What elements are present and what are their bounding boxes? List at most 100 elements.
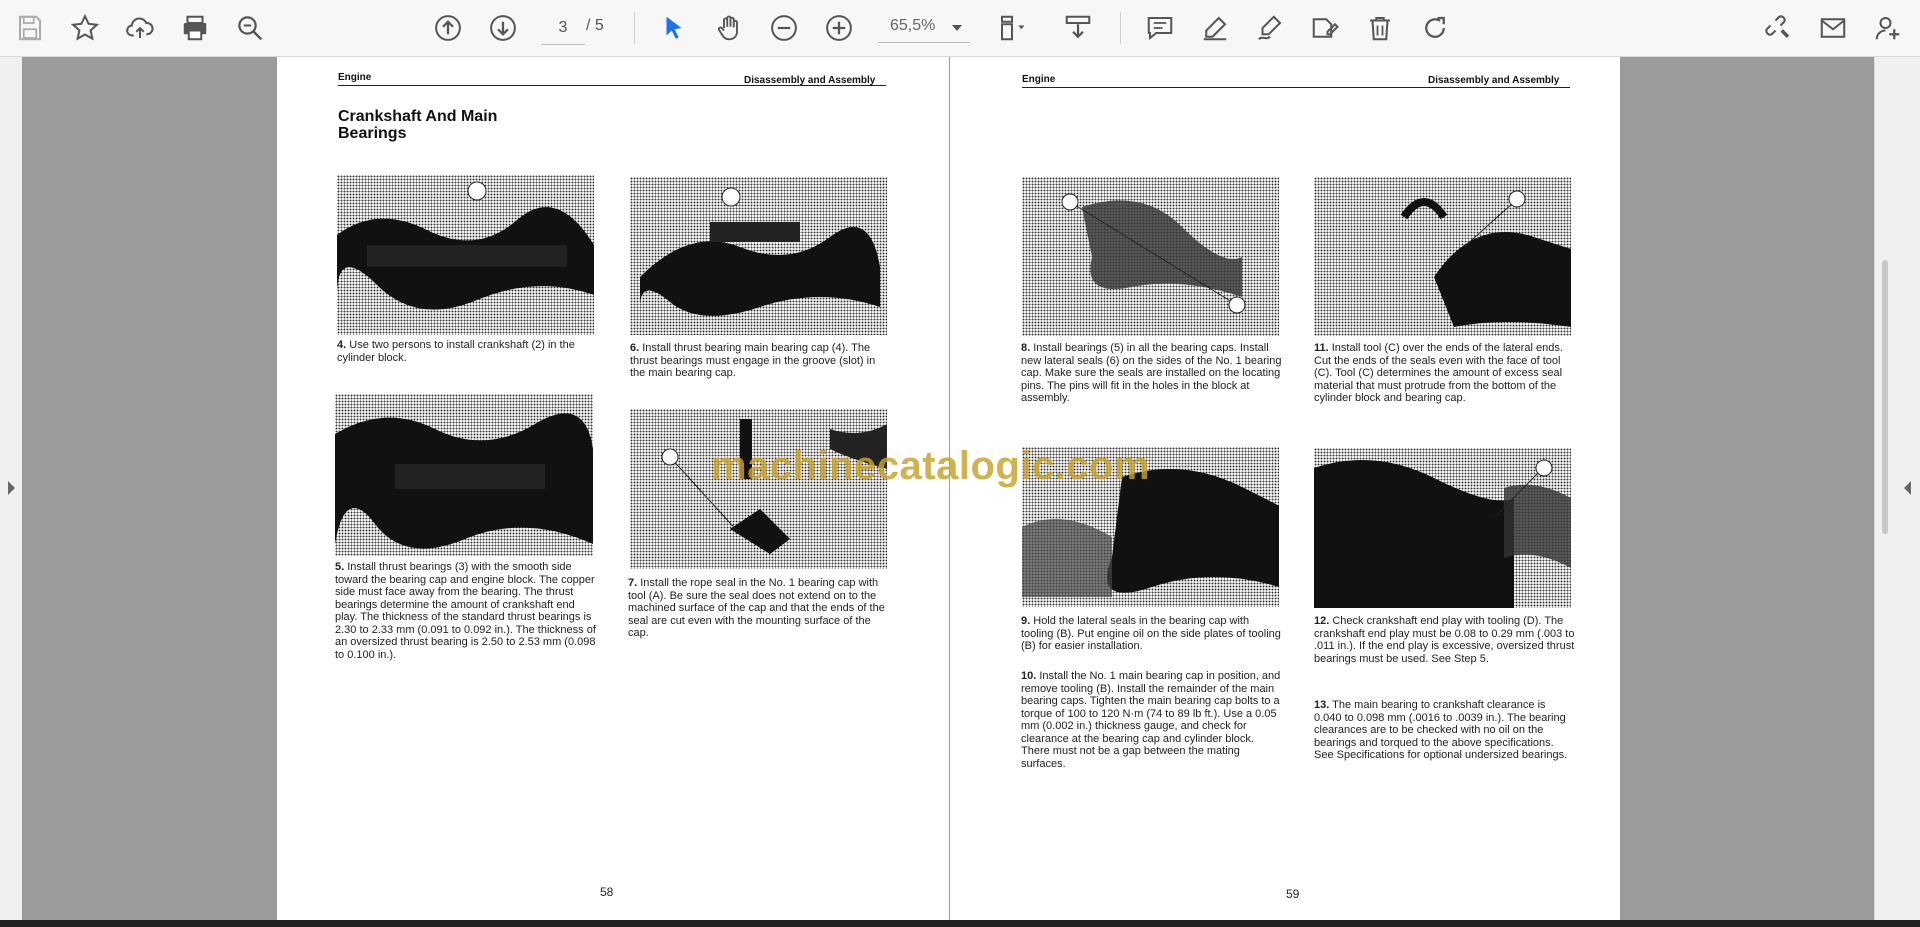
scroll-mode-button[interactable] (1058, 8, 1098, 48)
figure-11-photo (1314, 177, 1571, 336)
arrow-up-circle-icon (435, 15, 461, 41)
arrow-down-circle-icon (490, 15, 516, 41)
step-number: 11. (1314, 342, 1329, 354)
step-number: 12. (1314, 615, 1330, 627)
comment-icon (1147, 17, 1173, 41)
save-icon (19, 15, 41, 41)
cloud-upload-icon (126, 17, 154, 38)
cursor-arrow-icon (666, 16, 682, 39)
caption-step-4: 4. Use two persons to install crankshaft… (337, 339, 599, 364)
step-text: Install bearings (5) in all the bearing … (1021, 342, 1282, 404)
left-panel-arrow-icon[interactable] (8, 481, 15, 495)
step-text: Install the No. 1 main bearing cap in po… (1021, 670, 1281, 770)
section-title: Crankshaft And Main Bearings (338, 108, 497, 142)
select-tool-button[interactable] (654, 8, 694, 48)
scrollbar-thumb[interactable] (1882, 260, 1888, 534)
bottom-edge (0, 920, 1920, 927)
print-button[interactable] (175, 8, 215, 48)
email-button[interactable] (1813, 8, 1853, 48)
minus-circle-icon (771, 15, 797, 41)
step-text: Install thrust bearing main bearing cap … (630, 342, 876, 379)
step-number: 10. (1021, 670, 1037, 682)
figure-4-photo (337, 175, 594, 335)
section-title-line-2: Bearings (338, 125, 407, 142)
trash-icon (1370, 17, 1390, 41)
edit-share-button[interactable] (1758, 8, 1798, 48)
page-number: 59 (1286, 887, 1300, 901)
step-text: The main bearing to crankshaft clearance… (1314, 699, 1568, 761)
figure-7-photo (630, 409, 887, 569)
add-user-button[interactable] (1868, 8, 1908, 48)
pen-icon (1203, 16, 1227, 41)
caption-step-10: 10. Install the No. 1 main bearing cap i… (1021, 670, 1283, 770)
figure-8-photo (1022, 177, 1279, 336)
caption-step-11: 11. Install tool (C) over the ends of th… (1314, 342, 1576, 405)
freehand-pen-icon (1258, 15, 1282, 41)
step-text: Install the rope seal in the No. 1 beari… (628, 577, 885, 639)
zoom-value: 65,5% (890, 17, 936, 34)
page-header-left: Engine (1022, 74, 1056, 85)
figure-6-photo (630, 177, 887, 335)
caption-step-5: 5. Install thrust bearings (3) with the … (335, 561, 597, 661)
step-text: Hold the lateral seals in the bearing ca… (1021, 615, 1281, 652)
section-title-line-1: Crankshaft And Main (338, 108, 498, 125)
toolbar-divider (1120, 12, 1121, 44)
previous-page-button[interactable] (428, 8, 468, 48)
toolbar-divider (634, 12, 635, 44)
page-header-right: Disassembly and Assembly (744, 75, 876, 86)
right-panel-arrow-icon[interactable] (1904, 481, 1911, 495)
stamp-button[interactable] (1305, 8, 1345, 48)
caption-step-7: 7. Install the rope seal in the No. 1 be… (628, 577, 890, 640)
comment-button[interactable] (1140, 8, 1180, 48)
step-text: Use two persons to install crankshaft (2… (337, 339, 575, 364)
step-number: 13. (1314, 699, 1330, 711)
scroll-mode-icon (1065, 15, 1091, 39)
caption-step-6: 6. Install thrust bearing main bearing c… (630, 342, 892, 380)
hand-icon (717, 15, 738, 41)
caption-step-13: 13. The main bearing to crankshaft clear… (1314, 699, 1576, 762)
page-layout-icon (1001, 15, 1025, 41)
page-layout-button[interactable] (992, 8, 1032, 48)
star-icon (70, 13, 100, 41)
zoom-in-button[interactable] (819, 8, 859, 48)
figure-5-photo (335, 394, 593, 556)
watermark-text: machinecatalogic.com (711, 444, 1151, 488)
stamp-icon (1312, 18, 1339, 38)
next-page-button[interactable] (483, 8, 523, 48)
step-number: 7. (628, 577, 638, 589)
envelope-icon (1820, 18, 1846, 38)
figure-12-photo (1314, 448, 1571, 608)
caption-step-9: 9. Hold the lateral seals in the bearing… (1021, 615, 1283, 653)
redo-icon (1425, 16, 1445, 38)
header-rule (1022, 87, 1570, 88)
caption-step-12: 12. Check crankshaft end play with tooli… (1314, 615, 1576, 665)
bookmark-button[interactable] (65, 8, 105, 48)
page-number-input[interactable] (541, 12, 585, 45)
step-number: 5. (335, 561, 345, 573)
upload-button[interactable] (120, 8, 160, 48)
hand-tool-button[interactable] (709, 8, 749, 48)
zoom-select[interactable]: 65,5% (878, 12, 970, 43)
page-number: 58 (600, 885, 614, 899)
step-text: Check crankshaft end play with tooling (… (1314, 615, 1575, 665)
save-button[interactable] (10, 8, 50, 48)
step-text: Install tool (C) over the ends of the la… (1314, 342, 1563, 404)
zoom-out-button[interactable] (764, 8, 804, 48)
draw-button[interactable] (1250, 8, 1290, 48)
user-plus-icon (1875, 17, 1900, 40)
redo-button[interactable] (1415, 8, 1455, 48)
toolbar: / 5 65,5% (0, 0, 1920, 57)
zoom-search-icon (238, 16, 263, 41)
step-number: 8. (1021, 342, 1031, 354)
chevron-down-icon (952, 25, 962, 31)
step-number: 9. (1021, 615, 1031, 627)
highlight-button[interactable] (1195, 8, 1235, 48)
page-header-left: Engine (338, 72, 372, 83)
step-number: 4. (337, 339, 347, 351)
delete-button[interactable] (1360, 8, 1400, 48)
page-total: / 5 (586, 17, 604, 34)
link-pen-icon (1765, 15, 1790, 38)
page-header-right: Disassembly and Assembly (1428, 75, 1560, 86)
find-button[interactable] (230, 8, 270, 48)
caption-step-8: 8. Install bearings (5) in all the beari… (1021, 342, 1283, 405)
